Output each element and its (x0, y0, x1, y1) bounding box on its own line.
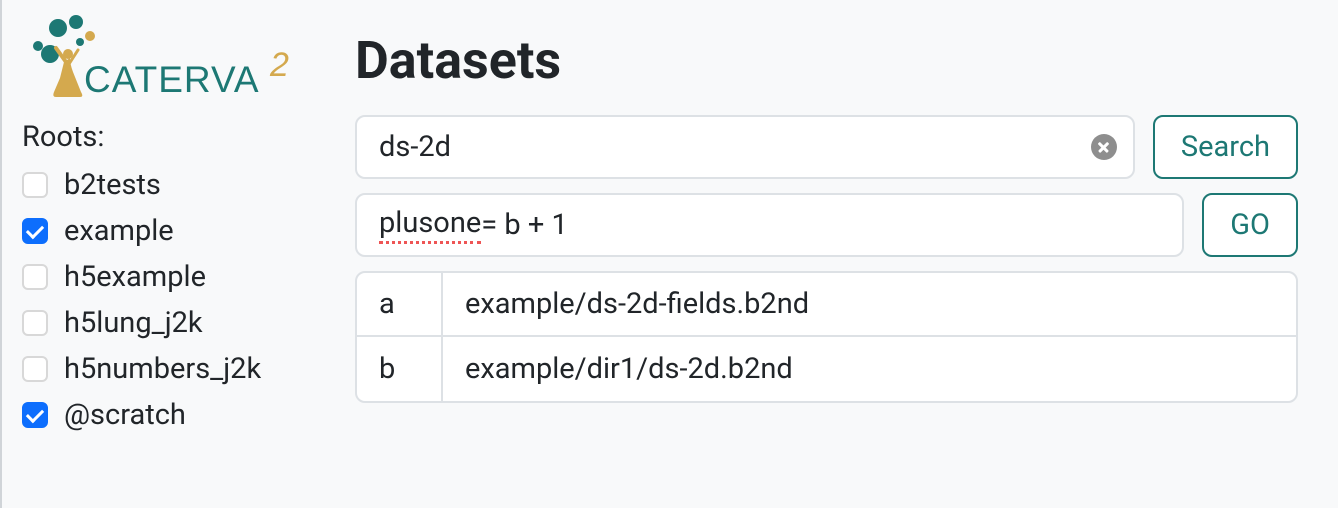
page-title: Datasets (355, 30, 1298, 91)
main-panel: Datasets Search plusone = b + 1 GO aexam… (355, 0, 1338, 508)
search-button[interactable]: Search (1153, 115, 1298, 179)
mapping-key: b (357, 337, 443, 401)
svg-text:CATERVA: CATERVA (84, 59, 260, 100)
root-checkbox[interactable] (22, 402, 48, 428)
sidebar: CATERVA 2 Roots: b2tests example h5example… (0, 0, 355, 508)
root-checkbox[interactable] (22, 218, 48, 244)
go-button[interactable]: GO (1202, 193, 1298, 257)
roots-list: b2tests example h5example h5lung_j2k h5numbe… (22, 162, 335, 438)
table-row: aexample/ds-2d-fields.b2nd (357, 273, 1296, 337)
root-item[interactable]: h5example (22, 254, 335, 300)
clear-icon[interactable] (1091, 134, 1117, 160)
search-input-wrapper (355, 115, 1135, 179)
root-checkbox[interactable] (22, 356, 48, 382)
expression-row: plusone = b + 1 GO (355, 193, 1298, 257)
expression-input[interactable]: plusone = b + 1 (355, 193, 1184, 257)
root-checkbox[interactable] (22, 172, 48, 198)
root-item[interactable]: h5lung_j2k (22, 300, 335, 346)
mapping-value: example/dir1/ds-2d.b2nd (443, 337, 1296, 401)
root-label: h5numbers_j2k (64, 352, 261, 386)
expression-rhs: = b + 1 (481, 208, 568, 242)
expression-lhs: plusone (379, 206, 481, 244)
mapping-value: example/ds-2d-fields.b2nd (443, 273, 1296, 335)
root-label: @scratch (64, 398, 186, 432)
root-label: h5example (64, 260, 206, 294)
root-item[interactable]: h5numbers_j2k (22, 346, 335, 392)
svg-text:2: 2 (269, 46, 289, 84)
mapping-table: aexample/ds-2d-fields.b2ndbexample/dir1/… (355, 271, 1298, 403)
root-item[interactable]: @scratch (22, 392, 335, 438)
brand-logo: CATERVA 2 (32, 14, 335, 104)
table-row: bexample/dir1/ds-2d.b2nd (357, 337, 1296, 401)
roots-label: Roots: (22, 120, 335, 154)
root-label: example (64, 214, 174, 248)
root-checkbox[interactable] (22, 310, 48, 336)
search-input[interactable] (355, 115, 1135, 179)
search-row: Search (355, 115, 1298, 179)
mapping-key: a (357, 273, 443, 335)
root-item[interactable]: example (22, 208, 335, 254)
root-checkbox[interactable] (22, 264, 48, 290)
root-label: b2tests (64, 168, 161, 202)
root-item[interactable]: b2tests (22, 162, 335, 208)
root-label: h5lung_j2k (64, 306, 203, 340)
